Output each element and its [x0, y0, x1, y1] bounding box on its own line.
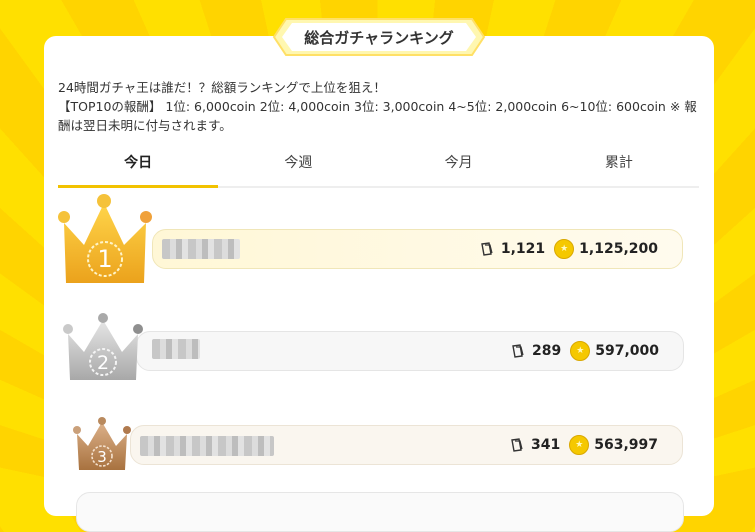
- tab-month[interactable]: 今月: [379, 146, 539, 186]
- description-line-3: 酬は翌日未明に付与されます。: [58, 118, 232, 133]
- ranking-row-2[interactable]: 289 ★ 597,000: [136, 331, 684, 371]
- description-line-1: 24時間ガチャ王は誰だ！？総額ランキングで上位を狙え！: [58, 80, 386, 95]
- coin-icon: ★: [554, 239, 575, 259]
- tab-week[interactable]: 今週: [218, 146, 378, 186]
- crown-rank-number: 1: [97, 245, 112, 273]
- coin-icon: ★: [570, 341, 591, 361]
- ticket-icon: [481, 242, 493, 256]
- total-coin: 1,125,200: [579, 241, 658, 257]
- total-coin: 597,000: [595, 343, 659, 359]
- ticket-icon: [512, 344, 524, 358]
- ranking-row-4[interactable]: [76, 492, 684, 532]
- tab-total[interactable]: 累計: [539, 146, 699, 186]
- crown-icon: 3: [73, 417, 131, 470]
- gacha-count: 1,121: [500, 241, 546, 257]
- total-coin: 563,997: [594, 437, 658, 453]
- crown-icon: 2: [63, 313, 143, 380]
- ticket-icon: [511, 438, 523, 452]
- period-tabs: 今日 今週 今月 累計: [58, 146, 699, 188]
- crown-rank-number: 2: [97, 352, 109, 374]
- crown-rank-number: 3: [97, 448, 107, 466]
- ranking-title-badge: 総合ガチャランキング: [272, 17, 486, 57]
- page-title: 総合ガチャランキング: [304, 28, 454, 47]
- user-name-blurred: [162, 239, 240, 259]
- crown-icon: 1: [58, 194, 152, 283]
- ranking-description: 24時間ガチャ王は誰だ！？総額ランキングで上位を狙え！ 【TOP10の報酬】 1…: [58, 78, 698, 135]
- tab-today[interactable]: 今日: [58, 146, 219, 188]
- user-name-blurred: [152, 339, 200, 359]
- gacha-count: 341: [531, 437, 561, 453]
- description-line-2: 【TOP10の報酬】 1位: 6,000coin 2位: 4,000coin 3…: [58, 99, 697, 114]
- user-name-blurred: [140, 436, 274, 456]
- gacha-count: 289: [532, 343, 562, 359]
- coin-icon: ★: [569, 435, 590, 455]
